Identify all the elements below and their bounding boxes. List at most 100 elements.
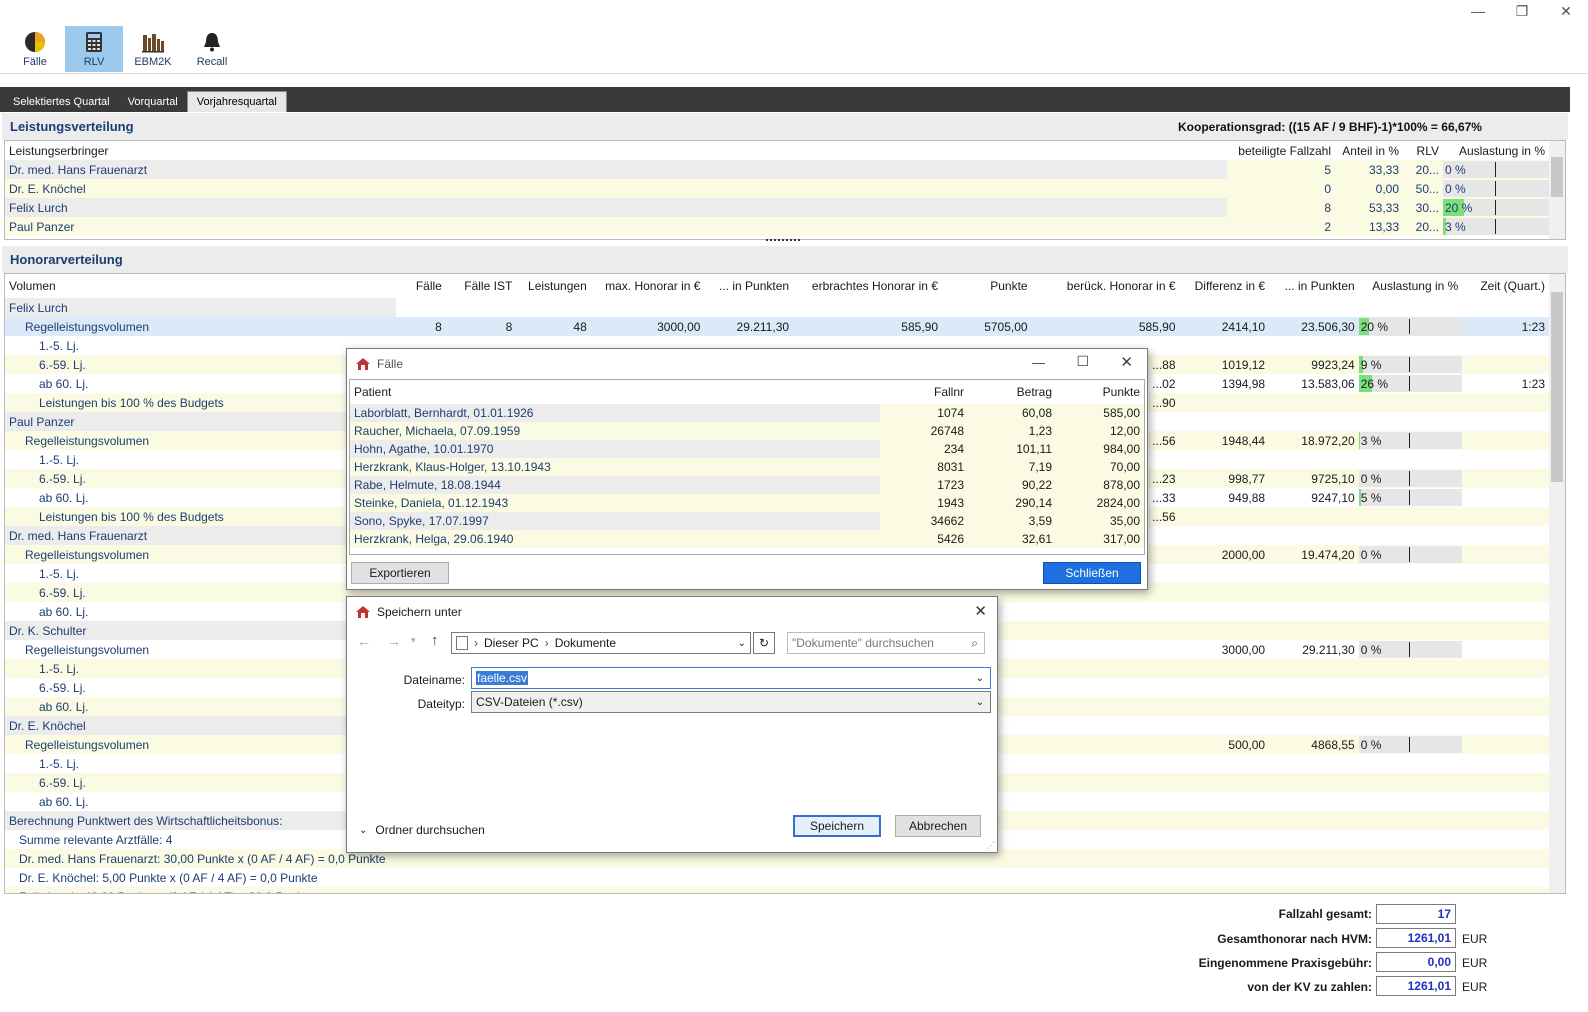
close-icon[interactable]: ✕	[974, 602, 987, 620]
faelle-row[interactable]: Rabe, Helmute, 18.08.1944 1723 90,22 878,00	[350, 476, 1144, 494]
col-header[interactable]: Betrag	[968, 380, 1056, 404]
honorar-row[interactable]: Regelleistungsvolumen 8 8 48 3000,00 29.211,3…	[5, 317, 1549, 336]
schliessen-button[interactable]: Schließen	[1043, 562, 1141, 584]
scroll-thumb[interactable]	[1551, 292, 1563, 482]
window-controls: — ❐ ✕	[1456, 0, 1588, 22]
chevron-down-icon[interactable]: ⌄	[976, 697, 984, 708]
leistung-row[interactable]: Dr. med. Hans Frauenarzt 5 33,33 20... 0 %	[5, 160, 1549, 179]
faelle-row[interactable]: Raucher, Michaela, 07.09.1959 26748 1,23 12…	[350, 422, 1144, 440]
value-cell: 1:23	[1462, 317, 1549, 336]
faelle-row[interactable]: Herzkrank, Helga, 29.06.1940 5426 32,61 317…	[350, 530, 1144, 548]
col-header[interactable]: Anteil in %	[1335, 141, 1403, 160]
honorar-scrollbar[interactable]	[1549, 274, 1565, 893]
col-header[interactable]: erbrachtes Honorar in €	[793, 274, 942, 298]
honorar-row[interactable]: Dr. E. Knöchel: 5,00 Punkte x (0 AF / 4 …	[5, 868, 1549, 887]
leistung-row[interactable]: Felix Lurch 8 53,33 30... 20 %	[5, 198, 1549, 217]
minimize-icon[interactable]: —	[1032, 355, 1045, 370]
tab-selektiertes-quartal[interactable]: Selektiertes Quartal	[4, 91, 119, 112]
breadcrumb-item[interactable]: Dieser PC	[484, 636, 539, 650]
browse-folders-toggle[interactable]: ⌄ Ordner durchsuchen	[359, 823, 485, 837]
value-cell: 4868,55	[1269, 735, 1359, 754]
col-header[interactable]: Auslastung in %	[1443, 141, 1549, 160]
value-cell	[1269, 602, 1359, 621]
close-window-button[interactable]: ✕	[1544, 0, 1588, 22]
tab-vorjahresquartal[interactable]: Vorjahresquartal	[186, 91, 287, 112]
breadcrumb-separator-icon: ›	[544, 636, 549, 650]
refresh-icon[interactable]: ↻	[753, 632, 775, 654]
faelle-row[interactable]: Herzkrank, Klaus-Holger, 13.10.1943 8031 7…	[350, 458, 1144, 476]
value-cell	[1462, 849, 1549, 868]
col-header[interactable]: beteiligte Fallzahl	[1227, 141, 1335, 160]
col-header[interactable]: Punkte	[942, 274, 1032, 298]
col-header[interactable]: Fälle IST	[446, 274, 516, 298]
leistung-row[interactable]: Paul Panzer 2 13,33 20... 3 %	[5, 217, 1549, 236]
col-header[interactable]: Leistungserbringer	[5, 141, 1227, 160]
chevron-down-icon[interactable]: ⌄	[976, 673, 984, 684]
maximize-icon[interactable]: ☐	[1076, 353, 1089, 370]
filetype-select[interactable]: CSV-Dateien (*.csv) ⌄	[471, 691, 991, 713]
section-title: Leistungsverteilung	[10, 119, 134, 134]
filename-input[interactable]: faelle.csv ⌄	[471, 667, 991, 689]
splitter-handle[interactable]	[766, 239, 800, 242]
value-cell	[395, 298, 446, 317]
toolbar-rlv-button[interactable]: RLV	[65, 26, 123, 72]
value-cell	[1269, 773, 1359, 792]
path-breadcrumb[interactable]: › Dieser PC › Dokumente ⌄	[451, 632, 751, 654]
chevron-down-icon[interactable]: ⌄	[738, 638, 746, 649]
betrag-cell: 90,22	[968, 476, 1056, 494]
col-header[interactable]: Punkte	[1056, 380, 1144, 404]
abbrechen-button[interactable]: Abbrechen	[895, 815, 981, 837]
scroll-thumb[interactable]	[1551, 157, 1563, 197]
col-header[interactable]: Fälle	[396, 274, 446, 298]
col-header[interactable]: Differenz in €	[1180, 274, 1270, 298]
faelle-row[interactable]: Laborblatt, Bernhardt, 01.01.1926 1074 60,…	[350, 404, 1144, 422]
faelle-row[interactable]: Sono, Spyke, 17.07.1997 34662 3,59 35,00	[350, 512, 1144, 530]
breadcrumb-item[interactable]: Dokumente	[555, 636, 616, 650]
col-header[interactable]: Patient	[350, 380, 880, 404]
up-arrow-icon[interactable]: ↑	[431, 632, 439, 649]
value-cell	[1179, 887, 1270, 893]
col-header[interactable]: ... in Punkten	[704, 274, 793, 298]
total-kv-value: 1261,01	[1376, 976, 1456, 996]
tab-vorquartal[interactable]: Vorquartal	[119, 91, 187, 112]
history-chevron-icon[interactable]: ▾	[411, 635, 416, 646]
col-header[interactable]: Volumen	[5, 274, 396, 298]
value-cell	[445, 887, 517, 893]
punkte-cell: 70,00	[1056, 458, 1144, 476]
forward-arrow-icon[interactable]: →	[387, 633, 401, 649]
fallnr-cell: 1074	[880, 404, 968, 422]
close-icon[interactable]: ✕	[1120, 353, 1133, 371]
honorar-row[interactable]: Felix Lurch: 40,00 Punkte x (3 AF / 4 AF…	[5, 887, 1549, 893]
dialog-titlebar: Speichern unter ✕	[347, 597, 997, 627]
minimize-button[interactable]: —	[1456, 0, 1500, 22]
toolbar-recall-button[interactable]: Recall	[183, 26, 241, 72]
honorar-row[interactable]: Felix Lurch	[5, 298, 1549, 317]
value-cell	[1358, 887, 1463, 893]
back-arrow-icon[interactable]: ←	[357, 633, 371, 649]
search-input[interactable]: "Dokumente" durchsuchen ⌕	[787, 632, 985, 654]
value-cell: 1:23	[1462, 374, 1549, 393]
value-cell	[1031, 298, 1180, 317]
resize-grip-icon[interactable]: ⋰	[987, 841, 995, 850]
toolbar-faelle-button[interactable]: Fälle	[6, 26, 64, 72]
toolbar-ebm2k-button[interactable]: EBM2K	[124, 26, 182, 72]
faelle-row[interactable]: Steinke, Daniela, 01.12.1943 1943 290,14 28…	[350, 494, 1144, 512]
speichern-button[interactable]: Speichern	[793, 815, 881, 837]
restore-button[interactable]: ❐	[1500, 0, 1544, 22]
filetype-value: CSV-Dateien (*.csv)	[476, 695, 583, 709]
leistung-row[interactable]: Dr. E. Knöchel 0 0,00 50... 0 %	[5, 179, 1549, 198]
faelle-row[interactable]: Hohn, Agathe, 10.01.1970 234 101,11 984,00	[350, 440, 1144, 458]
col-header[interactable]: ... in Punkten	[1269, 274, 1359, 298]
col-header[interactable]: berück. Honorar in €	[1032, 274, 1180, 298]
col-header[interactable]: Leistungen	[516, 274, 590, 298]
leistung-scrollbar[interactable]	[1549, 141, 1565, 239]
col-header[interactable]: max. Honorar in €	[591, 274, 705, 298]
punkte-cell: 984,00	[1056, 440, 1144, 458]
col-header[interactable]: Auslastung in %	[1359, 274, 1463, 298]
value-cell	[1358, 583, 1463, 602]
col-header[interactable]: Zeit (Quart.)	[1462, 274, 1549, 298]
export-button[interactable]: Exportieren	[351, 562, 449, 584]
honorarverteilung-header: Honorarverteilung	[2, 246, 1568, 273]
col-header[interactable]: Fallnr	[880, 380, 968, 404]
col-header[interactable]: RLV	[1403, 141, 1443, 160]
